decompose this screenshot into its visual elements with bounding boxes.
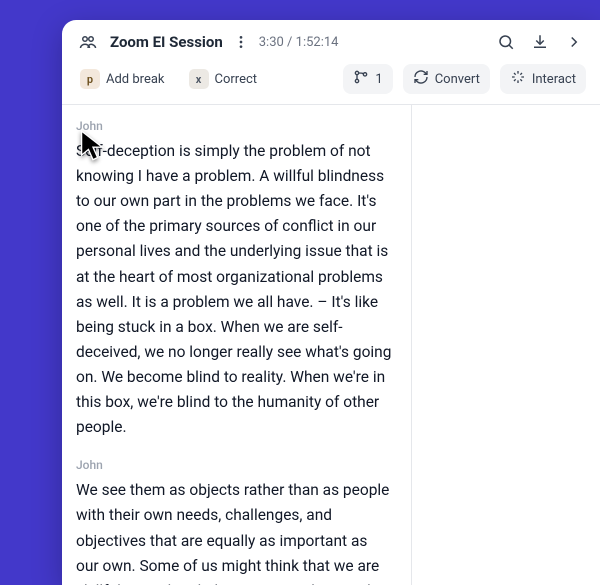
interact-button[interactable]: Interact xyxy=(500,64,586,94)
time-current: 3:30 xyxy=(259,35,284,50)
time-total: 1:52:14 xyxy=(296,35,339,50)
participants-icon xyxy=(76,30,100,54)
convert-icon xyxy=(413,69,429,89)
add-break-button[interactable]: p Add break xyxy=(76,65,175,93)
transcript-paragraph[interactable]: We see them as objects rather than as pe… xyxy=(76,478,393,585)
correct-button[interactable]: x Correct xyxy=(185,65,268,93)
more-menu-icon[interactable] xyxy=(233,30,249,54)
sparkle-icon xyxy=(510,69,526,89)
search-icon[interactable] xyxy=(494,30,518,54)
transcript-toolbar: p Add break x Correct 1 Convert Interact xyxy=(62,60,600,105)
add-break-key: p xyxy=(80,69,100,89)
session-title: Zoom EI Session xyxy=(110,33,223,51)
side-panel xyxy=(412,105,600,585)
app-window: Zoom EI Session 3:30 / 1:52:14 p Add bre… xyxy=(62,20,600,585)
convert-button[interactable]: Convert xyxy=(403,64,490,94)
correct-label: Correct xyxy=(215,72,258,87)
transcript-panel[interactable]: John Self-deception is simply the proble… xyxy=(62,105,412,585)
content-split: John Self-deception is simply the proble… xyxy=(62,105,600,585)
transcript-paragraph[interactable]: Self-deception is simply the problem of … xyxy=(76,139,393,440)
interact-label: Interact xyxy=(532,72,576,87)
branch-count: 1 xyxy=(375,72,382,87)
top-bar: Zoom EI Session 3:30 / 1:52:14 xyxy=(62,20,600,60)
branch-icon xyxy=(353,69,369,89)
playback-time: 3:30 / 1:52:14 xyxy=(259,35,339,50)
convert-label: Convert xyxy=(435,72,480,87)
speaker-label: John xyxy=(76,458,393,472)
speaker-label: John xyxy=(76,119,393,133)
add-break-label: Add break xyxy=(106,72,165,87)
chevron-right-icon[interactable] xyxy=(562,30,586,54)
branch-chip[interactable]: 1 xyxy=(343,64,392,94)
download-icon[interactable] xyxy=(528,30,552,54)
correct-key: x xyxy=(189,69,209,89)
